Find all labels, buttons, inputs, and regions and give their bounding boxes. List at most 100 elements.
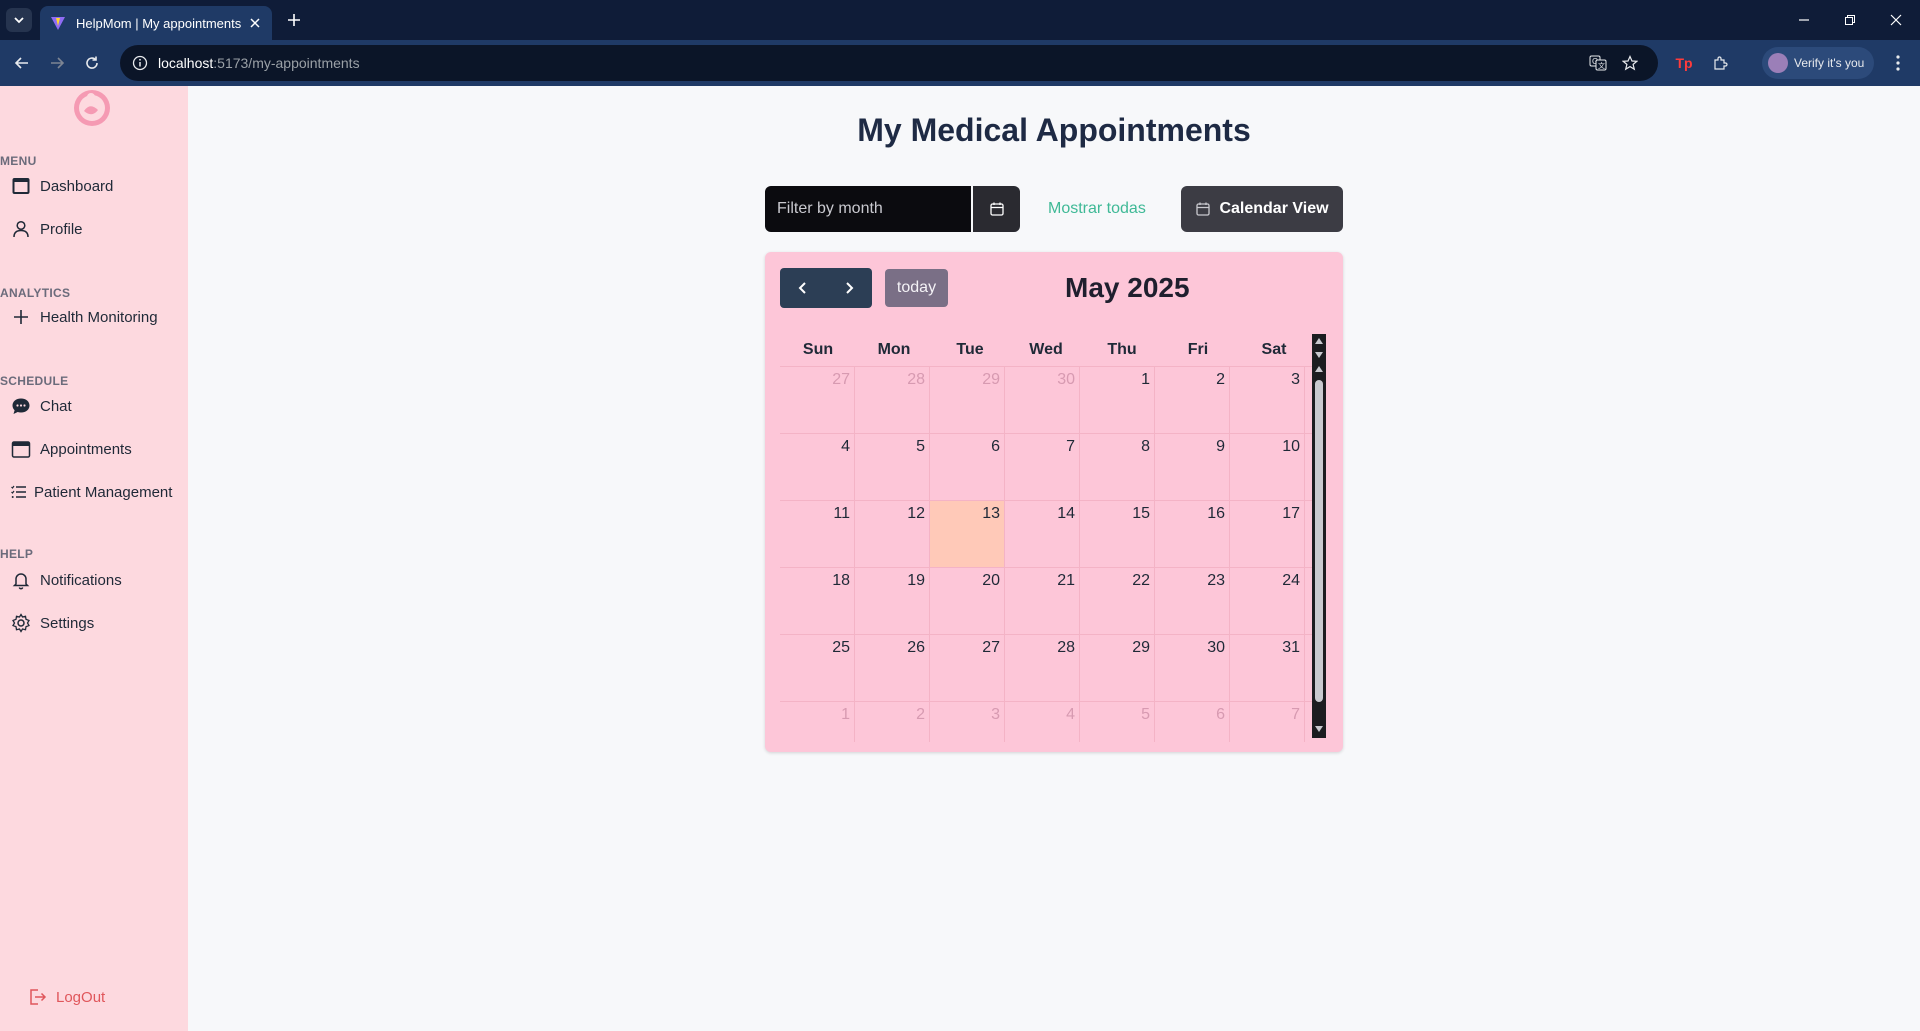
calendar-day[interactable]: 16 — [1155, 501, 1230, 567]
calendar-day[interactable]: 14 — [1005, 501, 1080, 567]
calendar-day[interactable]: 2 — [1155, 367, 1230, 433]
profile-button[interactable]: Verify it's you — [1762, 47, 1874, 79]
calendar-day[interactable]: 27 — [780, 367, 855, 433]
calendar-day[interactable]: 10 — [1230, 434, 1305, 500]
calendar-day[interactable]: 7 — [1230, 702, 1305, 742]
tp-extension-icon[interactable]: Tp — [1672, 51, 1696, 75]
browser-tab[interactable]: HelpMom | My appointments — [40, 6, 272, 40]
tab-search-button[interactable] — [6, 8, 32, 32]
translate-icon[interactable]: G文 — [1586, 51, 1610, 75]
calendar-day[interactable]: 19 — [855, 568, 930, 634]
sidebar-item-notifications[interactable]: Notifications — [10, 566, 122, 594]
calendar-day[interactable]: 3 — [1230, 367, 1305, 433]
sidebar-item-settings[interactable]: Settings — [10, 609, 94, 637]
calendar-day[interactable]: 29 — [1080, 635, 1155, 701]
scroll-up-alt-icon[interactable] — [1314, 350, 1324, 360]
calendar-day[interactable]: 7 — [1005, 434, 1080, 500]
calendar-nav-group — [780, 268, 872, 308]
calendar-day[interactable]: 31 — [1230, 635, 1305, 701]
calendar-day[interactable]: 1 — [780, 702, 855, 742]
calendar-day[interactable]: 1 — [1080, 367, 1155, 433]
user-icon — [10, 218, 32, 240]
site-info-icon[interactable] — [132, 55, 148, 71]
bookmark-star-icon[interactable] — [1618, 51, 1642, 75]
logout-button[interactable]: LogOut — [26, 986, 105, 1008]
calendar-day[interactable]: 18 — [780, 568, 855, 634]
chevron-left-icon — [798, 282, 806, 294]
calendar-day[interactable]: 15 — [1080, 501, 1155, 567]
calendar-day[interactable]: 17 — [1230, 501, 1305, 567]
browser-menu-icon[interactable] — [1886, 51, 1910, 75]
minimize-icon[interactable] — [1781, 0, 1827, 40]
calendar-view-button[interactable]: Calendar View — [1181, 186, 1343, 232]
gear-icon — [10, 612, 32, 634]
calendar-day[interactable]: 4 — [1005, 702, 1080, 742]
calendar-scrollbar[interactable] — [1312, 334, 1326, 738]
calendar-day[interactable]: 12 — [855, 501, 930, 567]
logout-icon — [26, 986, 48, 1008]
calendar-day[interactable]: 21 — [1005, 568, 1080, 634]
list-icon — [8, 481, 30, 503]
address-bar[interactable]: localhost:5173/my-appointments G文 — [120, 45, 1658, 81]
calendar-day[interactable]: 28 — [1005, 635, 1080, 701]
calendar-day[interactable]: 9 — [1155, 434, 1230, 500]
forward-icon[interactable] — [45, 51, 69, 75]
weekday-label: Wed — [1029, 341, 1063, 358]
calendar-day[interactable]: 6 — [930, 434, 1005, 500]
month-picker-button[interactable] — [973, 186, 1020, 232]
new-tab-icon[interactable] — [282, 8, 306, 32]
calendar-day[interactable]: 2 — [855, 702, 930, 742]
calendar-day[interactable]: 26 — [855, 635, 930, 701]
calendar-day[interactable]: 20 — [930, 568, 1005, 634]
scroll-down-icon[interactable] — [1314, 724, 1324, 734]
scroll-up-icon[interactable] — [1314, 336, 1324, 346]
calendar-day[interactable]: 25 — [780, 635, 855, 701]
scroll-up-small-icon[interactable] — [1314, 364, 1324, 374]
calendar-day[interactable]: 5 — [855, 434, 930, 500]
calendar-day[interactable]: 28 — [855, 367, 930, 433]
calendar-day[interactable]: 6 — [1155, 702, 1230, 742]
calendar: today May 2025 Sun Mon Tue Wed Thu Fri Sat 27 2… — [765, 252, 1343, 752]
calendar-day[interactable]: 5 — [1080, 702, 1155, 742]
calendar-day[interactable]: 23 — [1155, 568, 1230, 634]
window-close-icon[interactable] — [1873, 0, 1919, 40]
filter-by-month-input[interactable] — [765, 186, 971, 232]
sidebar-item-appointments[interactable]: Appointments — [10, 435, 132, 463]
calendar-day[interactable]: 4 — [780, 434, 855, 500]
reload-icon[interactable] — [80, 51, 104, 75]
calendar-day[interactable]: 8 — [1080, 434, 1155, 500]
avatar — [1768, 53, 1788, 73]
sidebar-item-patient-management[interactable]: Patient Management — [8, 478, 172, 506]
section-label-menu: MENU — [0, 154, 37, 168]
calendar-day[interactable]: 29 — [930, 367, 1005, 433]
page-title: My Medical Appointments — [857, 112, 1251, 148]
calendar-day[interactable]: 24 — [1230, 568, 1305, 634]
calendar-day[interactable]: 22 — [1080, 568, 1155, 634]
show-all-link[interactable]: Mostrar todas — [1048, 186, 1146, 232]
prev-month-button[interactable] — [780, 268, 826, 308]
sidebar-item-dashboard[interactable]: Dashboard — [10, 172, 113, 200]
calendar-icon — [1195, 201, 1211, 217]
calendar-day[interactable]: 27 — [930, 635, 1005, 701]
sidebar-item-chat[interactable]: Chat — [10, 392, 72, 420]
extensions-puzzle-icon[interactable] — [1708, 51, 1732, 75]
calendar-day[interactable]: 30 — [1005, 367, 1080, 433]
calendar-week-row: 27 28 29 30 1 2 3 — [780, 366, 1312, 433]
scroll-thumb[interactable] — [1315, 380, 1323, 702]
calendar-day[interactable]: 3 — [930, 702, 1005, 742]
restore-icon[interactable] — [1827, 0, 1873, 40]
sidebar-item-health-monitoring[interactable]: Health Monitoring — [10, 303, 158, 331]
tab-close-icon[interactable] — [244, 12, 266, 34]
calendar-day[interactable]: 30 — [1155, 635, 1230, 701]
helpmom-logo-icon — [74, 90, 110, 126]
calendar-icon — [10, 438, 32, 460]
calendar-day-today[interactable]: 13 — [930, 501, 1005, 567]
section-label-help: HELP — [0, 547, 34, 561]
calendar-day[interactable]: 11 — [780, 501, 855, 567]
today-button[interactable]: today — [885, 269, 948, 307]
next-month-button[interactable] — [826, 268, 872, 308]
calendar-week-row: 1234567 — [780, 701, 1312, 742]
weekday-label: Mon — [877, 341, 911, 358]
back-icon[interactable] — [10, 51, 34, 75]
sidebar-item-profile[interactable]: Profile — [10, 215, 83, 243]
